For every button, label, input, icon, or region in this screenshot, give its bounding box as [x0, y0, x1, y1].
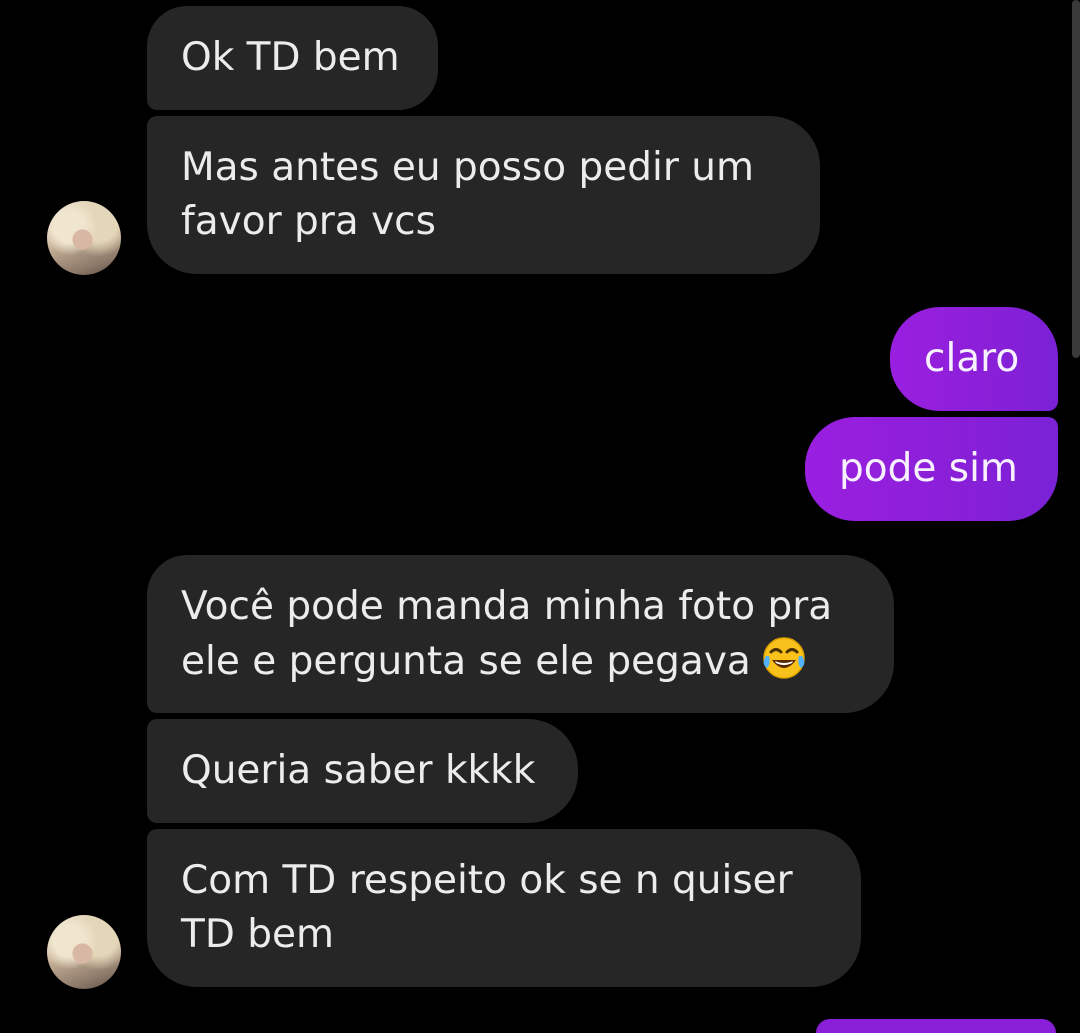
- message-bubble-incoming[interactable]: Ok TD bem: [147, 6, 438, 110]
- message-text: pode sim: [839, 446, 1018, 491]
- message-text: Queria saber kkkk: [181, 748, 536, 793]
- face-with-tears-of-joy-icon: [761, 634, 807, 680]
- message-bubble-incoming[interactable]: Você pode manda minha foto pra ele e per…: [147, 555, 894, 713]
- message-bubble-incoming[interactable]: Queria saber kkkk: [147, 719, 578, 823]
- message-text-line: TD bem: [181, 912, 334, 957]
- message-text-line: Você pode manda minha foto pra: [181, 584, 833, 629]
- message-bubble-outgoing-partial[interactable]: [816, 1019, 1056, 1033]
- message-text-line: Com TD respeito ok se n quiser: [181, 858, 793, 903]
- message-text-fragment: ele e pergunta se ele pegava: [181, 639, 751, 684]
- sender-avatar[interactable]: [47, 201, 121, 275]
- message-bubble-outgoing[interactable]: pode sim: [805, 417, 1058, 521]
- message-text: claro: [924, 336, 1020, 381]
- message-bubble-incoming[interactable]: Com TD respeito ok se n quiser TD bem: [147, 829, 861, 987]
- message-text: Ok TD bem: [181, 35, 400, 80]
- message-text-line: favor pra vcs: [181, 199, 436, 244]
- message-text-line: ele e pergunta se ele pegava: [181, 634, 860, 689]
- scrollbar[interactable]: [1072, 0, 1080, 358]
- sender-avatar[interactable]: [47, 915, 121, 989]
- message-bubble-incoming[interactable]: Mas antes eu posso pedir um favor pra vc…: [147, 116, 820, 274]
- message-bubble-outgoing[interactable]: claro: [890, 307, 1058, 411]
- message-text-line: Mas antes eu posso pedir um: [181, 145, 754, 190]
